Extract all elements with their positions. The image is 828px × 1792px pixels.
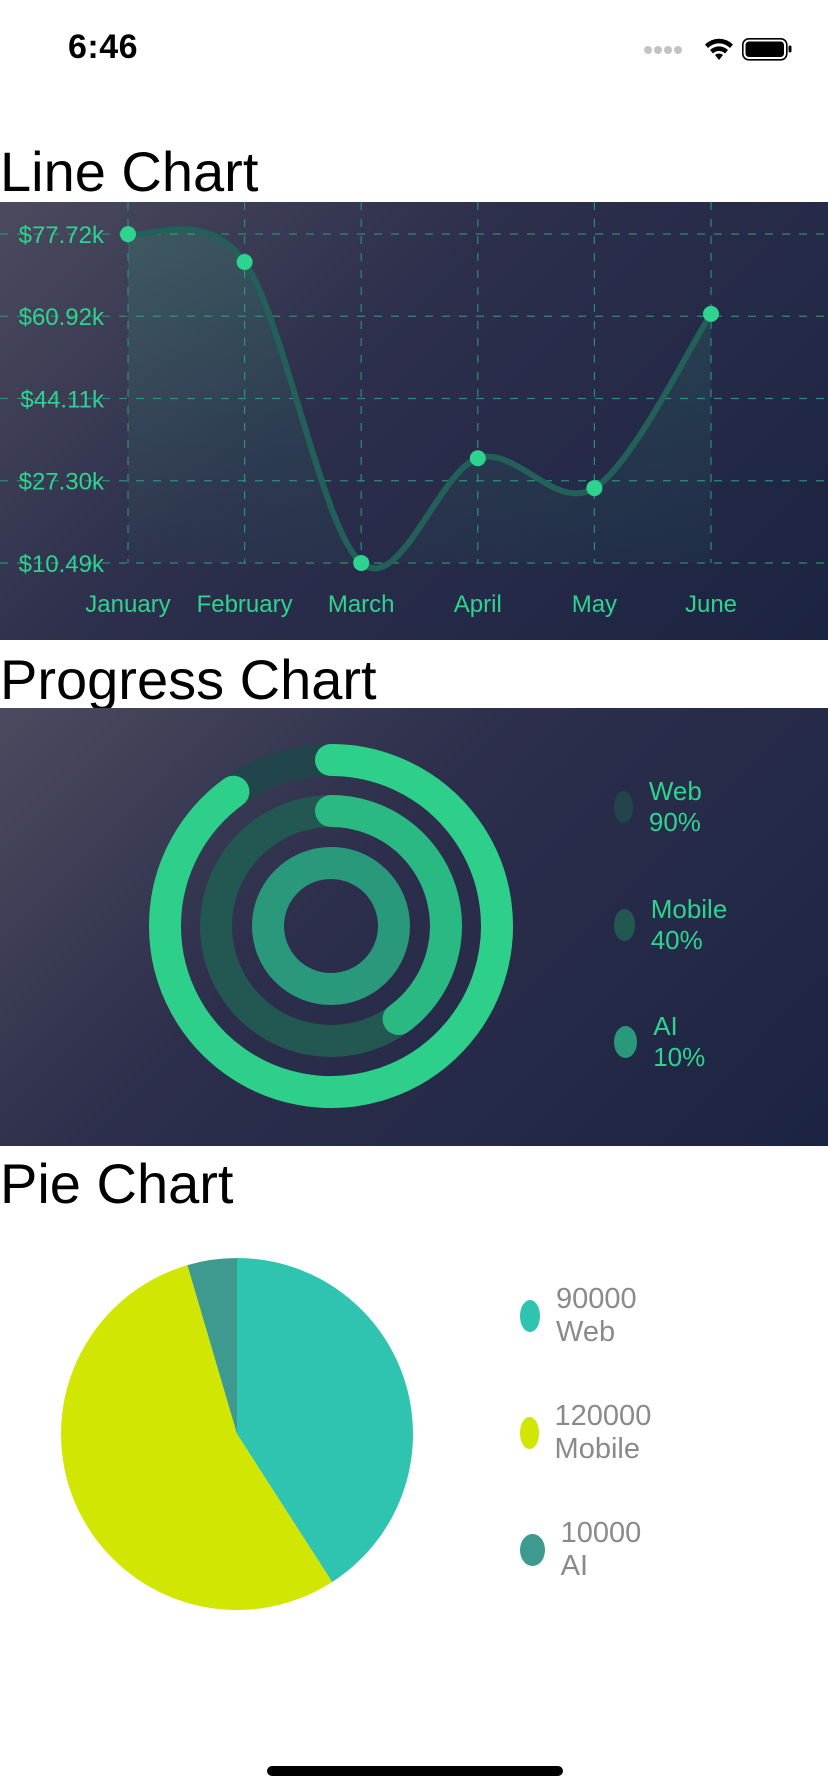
line-chart-title: Line Chart — [0, 140, 259, 203]
progress-legend-item: Web 90% — [614, 776, 715, 838]
pie-legend-item: 120000 Mobile — [520, 1400, 665, 1466]
y-tick-label: $10.49k — [19, 551, 105, 578]
progress-arc-ai[interactable] — [315, 847, 385, 892]
line-area-fill — [128, 229, 711, 569]
line-chart-panel: $77.72k $60.92k $44.11k $27.30k $10.49k Janua… — [0, 202, 828, 640]
status-bar: 6:46 — [0, 0, 828, 100]
legend-label: 120000 Mobile — [554, 1400, 652, 1465]
y-tick-label: $27.30k — [19, 469, 105, 496]
legend-dot — [614, 791, 633, 823]
legend-label: AI 10% — [653, 1011, 706, 1072]
x-tick-label: June — [685, 591, 737, 618]
y-tick-label: $77.72k — [19, 222, 105, 249]
wifi-icon — [705, 38, 733, 60]
line-point[interactable] — [703, 305, 719, 322]
line-point[interactable] — [586, 480, 603, 497]
status-time: 6:46 — [68, 28, 139, 66]
y-tick-label: $44.11k — [20, 386, 105, 413]
progress-chart-title: Progress Chart — [0, 648, 377, 711]
x-tick-label: February — [197, 591, 293, 618]
x-tick-label: April — [454, 591, 502, 618]
line-point[interactable] — [353, 554, 370, 571]
line-point[interactable] — [120, 226, 136, 243]
pie-legend-item: 10000 AI — [520, 1517, 649, 1583]
progress-legend-item: AI 10% — [614, 1011, 714, 1073]
legend-label: Web 90% — [648, 776, 702, 837]
line-chart: $77.72k $60.92k $44.11k $27.30k $10.49k Janua… — [0, 202, 828, 618]
status-icons — [644, 34, 794, 64]
y-tick-label: $60.92k — [19, 304, 105, 331]
line-point[interactable] — [469, 450, 486, 467]
pie-chart — [61, 1258, 413, 1610]
legend-dot — [614, 1026, 638, 1058]
x-tick-label: March — [328, 591, 395, 618]
pie-chart-title: Pie Chart — [0, 1152, 234, 1215]
legend-label: Mobile 40% — [650, 894, 728, 955]
legend-label: 10000 AI — [560, 1517, 642, 1582]
legend-label: 90000 Web — [556, 1283, 637, 1348]
legend-dot — [520, 1417, 539, 1449]
legend-dot — [520, 1534, 545, 1566]
cellular-signal-icon — [644, 46, 682, 54]
battery-icon — [742, 38, 792, 61]
line-point[interactable] — [236, 253, 253, 270]
progress-chart-panel: Web 90% Mobile 40% AI 10% — [0, 708, 828, 1146]
home-indicator[interactable] — [267, 1766, 563, 1776]
pie-legend-item: 90000 Web — [520, 1283, 649, 1349]
x-tick-label: May — [572, 591, 617, 618]
legend-dot — [520, 1300, 541, 1332]
x-tick-label: January — [85, 591, 170, 618]
legend-dot — [614, 909, 635, 941]
progress-legend-item: Mobile 40% — [614, 894, 739, 956]
